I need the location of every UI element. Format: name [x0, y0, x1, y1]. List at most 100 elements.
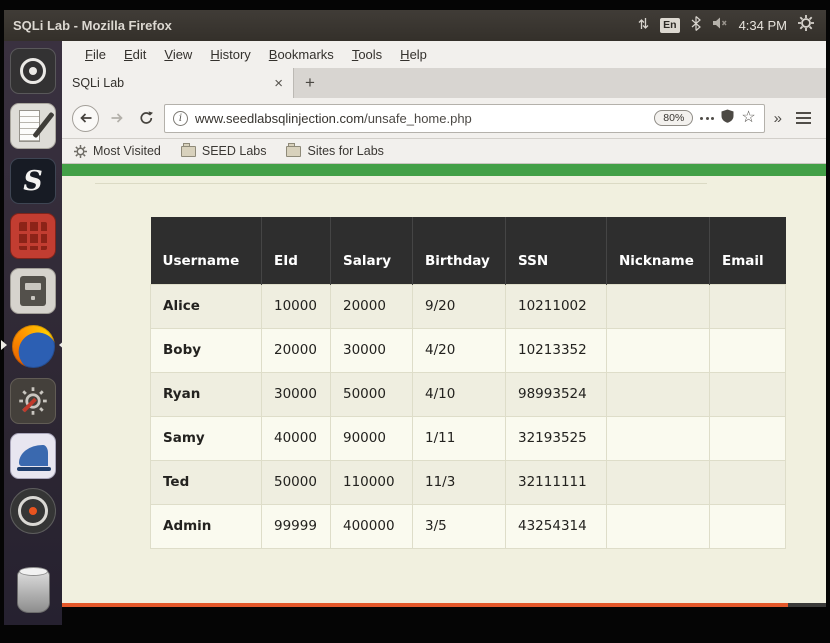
cabinet-drawer-glyph [20, 276, 46, 306]
folder-icon [180, 142, 196, 157]
page-nav-green-bar [62, 164, 826, 176]
table-cell [709, 283, 786, 329]
clock[interactable]: 4:34 PM [739, 18, 787, 33]
table-cell: 4/20 [412, 327, 506, 373]
table-cell: 11/3 [412, 459, 506, 505]
menu-bookmarks[interactable]: Bookmarks [260, 47, 343, 62]
table-cell: 90000 [330, 415, 413, 461]
column-header: Birthday [412, 217, 506, 284]
shield-icon[interactable] [721, 109, 734, 128]
bluetooth-icon[interactable] [691, 15, 701, 36]
table-cell: Ted [150, 459, 262, 505]
back-arrow-icon [79, 113, 91, 123]
red-grid-glyph [19, 222, 47, 250]
table-cell [709, 371, 786, 417]
shark-fin-glyph [17, 445, 51, 471]
table-row: Admin 99999 400000 3/5 43254314 [150, 503, 786, 549]
table-cell: Alice [150, 283, 262, 329]
table-cell: 400000 [330, 503, 413, 549]
volume-muted-icon[interactable] [712, 16, 728, 35]
new-tab-button[interactable]: + [294, 68, 326, 98]
dash-logo [20, 58, 46, 84]
url-bar[interactable]: i www.seedlabsqlinjection.com/unsafe_hom… [164, 103, 765, 133]
table-cell [606, 283, 710, 329]
table-row: Ted 50000 110000 11/3 32111111 [150, 459, 786, 505]
table-cell: 40000 [261, 415, 331, 461]
bookmark-seed-labs[interactable]: SEED Labs [180, 142, 266, 158]
table-cell: Ryan [150, 371, 262, 417]
table-cell: Admin [150, 503, 262, 549]
trash-icon[interactable] [16, 567, 50, 613]
site-info-icon[interactable]: i [173, 110, 188, 126]
tab-close-icon[interactable]: × [274, 76, 283, 91]
back-button[interactable] [72, 104, 99, 132]
language-indicator[interactable]: En [660, 18, 680, 33]
overflow-menu-icon[interactable]: » [772, 110, 784, 127]
table-cell [606, 371, 710, 417]
unity-launcher [1, 41, 65, 625]
file-cabinet-icon[interactable] [10, 268, 56, 314]
employee-table: Username EId Salary Birthday SSN Nickname Emai… [150, 217, 786, 549]
column-header: Email [709, 217, 786, 284]
tab-bar: SQLi Lab × + [62, 68, 826, 98]
table-cell: Boby [150, 327, 262, 373]
column-header: Nickname [606, 217, 710, 284]
running-indicator [1, 340, 7, 350]
firefox-icon[interactable] [1, 323, 65, 369]
column-header: EId [261, 217, 331, 284]
table-cell: 99999 [261, 503, 331, 549]
menu-help[interactable]: Help [391, 47, 436, 62]
table-cell: 98993524 [505, 371, 607, 417]
table-cell: 50000 [330, 371, 413, 417]
table-cell: 30000 [330, 327, 413, 373]
software-center-icon[interactable] [10, 488, 56, 534]
window-title: SQLi Lab - Mozilla Firefox [13, 18, 172, 33]
bookmark-star-icon[interactable]: ☆ [741, 110, 755, 126]
ubuntu-dash-icon[interactable] [10, 48, 56, 94]
url-path: /unsafe_home.php [364, 110, 472, 126]
wireshark-icon[interactable] [10, 433, 56, 479]
software-center-ring-glyph [18, 496, 48, 526]
menu-tools[interactable]: Tools [343, 47, 391, 62]
table-cell: 10213352 [505, 327, 607, 373]
page-divider [95, 183, 707, 184]
zoom-level-badge[interactable]: 80% [654, 110, 694, 126]
window-bottom-edge [62, 603, 826, 607]
table-cell: 1/11 [412, 415, 506, 461]
column-header: Username [150, 217, 262, 284]
table-cell [606, 327, 710, 373]
seed-terminal-icon[interactable] [10, 158, 56, 204]
table-cell [709, 503, 786, 549]
table-cell: 30000 [261, 371, 331, 417]
bookmark-sites-for-labs[interactable]: Sites for Labs [286, 142, 384, 158]
menu-file[interactable]: File [76, 47, 115, 62]
table-cell: 10000 [261, 283, 331, 329]
page-actions-icon[interactable] [700, 116, 715, 120]
table-cell: Samy [150, 415, 262, 461]
table-cell [606, 415, 710, 461]
table-cell: 4/10 [412, 371, 506, 417]
top-panel: SQLi Lab - Mozilla Firefox En 4:34 PM [4, 10, 826, 41]
session-gear-icon[interactable] [798, 15, 814, 36]
system-tray: En 4:34 PM [638, 15, 826, 36]
bookmark-label: Sites for Labs [307, 144, 384, 158]
menu-history[interactable]: History [201, 47, 259, 62]
table-cell: 20000 [261, 327, 331, 373]
forward-button[interactable] [106, 112, 128, 124]
firefox-window: File Edit View History Bookmarks Tools Help SQ… [62, 41, 826, 607]
tab-sqli-lab[interactable]: SQLi Lab × [62, 68, 294, 98]
table-cell: 10211002 [505, 283, 607, 329]
reload-button[interactable] [135, 111, 157, 125]
text-editor-icon[interactable] [10, 103, 56, 149]
menu-edit[interactable]: Edit [115, 47, 155, 62]
system-tools-icon[interactable] [10, 378, 56, 424]
keyboard-indicator-icon[interactable] [638, 17, 649, 35]
bookmark-most-visited[interactable]: Most Visited [74, 144, 161, 158]
table-cell [606, 459, 710, 505]
navigation-toolbar: i www.seedlabsqlinjection.com/unsafe_hom… [62, 98, 826, 139]
table-cell: 32193525 [505, 415, 607, 461]
red-grid-app-icon[interactable] [10, 213, 56, 259]
main-menu-icon[interactable] [796, 112, 811, 124]
table-row: Alice 10000 20000 9/20 10211002 [150, 283, 786, 329]
menu-view[interactable]: View [155, 47, 201, 62]
